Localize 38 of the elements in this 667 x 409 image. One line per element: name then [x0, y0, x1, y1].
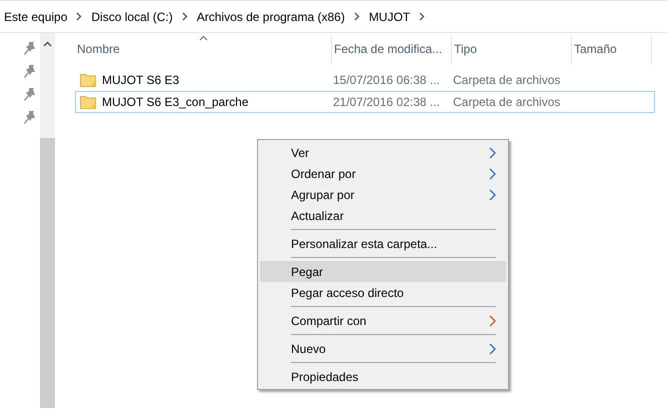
chevron-icon[interactable]	[419, 12, 426, 21]
menu-item[interactable]: Actualizar	[260, 205, 506, 226]
menu-item[interactable]: Ordenar por	[260, 163, 506, 184]
chevron-icon[interactable]	[354, 12, 360, 21]
chevron-icon[interactable]	[182, 12, 188, 21]
file-name: MUJOT S6 E3	[102, 72, 180, 89]
menu-item[interactable]: Nuevo	[260, 338, 506, 359]
file-row[interactable]: MUJOT S6 E3_con_parche 21/07/2016 02:38 ... Carpeta de archivos	[75, 91, 655, 113]
file-name: MUJOT S6 E3_con_parche	[102, 94, 249, 111]
column-header[interactable]: Tipo	[452, 35, 572, 65]
pin-icon[interactable]	[24, 87, 36, 102]
menu-item[interactable]: Personalizar esta carpeta...	[260, 233, 506, 254]
date-cell-text: 21/07/2016 02:38 ...	[333, 94, 441, 111]
breadcrumb-item[interactable]: Disco local (C:)	[91, 8, 173, 26]
breadcrumb-item[interactable]: MUJOT	[368, 8, 410, 26]
menu-item[interactable]: Compartir con	[260, 310, 506, 331]
breadcrumb-item[interactable]: Este equipo	[4, 8, 68, 26]
folder-icon	[80, 95, 96, 109]
menu-item[interactable]: Ver	[260, 142, 506, 163]
column-header[interactable]: Tamaño	[572, 35, 652, 65]
folder-icon	[80, 73, 96, 87]
scroll-up-icon[interactable]	[43, 41, 52, 47]
type-cell-text: Carpeta de archivos	[453, 94, 562, 111]
pin-icon[interactable]	[24, 110, 36, 125]
pin-icon[interactable]	[24, 64, 36, 79]
type-cell-text: Carpeta de archivos	[453, 72, 562, 89]
menu-item[interactable]: Propiedades	[260, 366, 506, 387]
menu-item[interactable]: Agrupar por	[260, 184, 506, 205]
column-header[interactable]: Fecha de modifica...	[332, 35, 452, 65]
file-row[interactable]: MUJOT S6 E3 15/07/2016 06:38 ... Carpeta de archivos	[75, 69, 655, 91]
date-cell-text: 15/07/2016 06:38 ...	[333, 72, 441, 89]
menu-item[interactable]: Pegar acceso directo	[260, 282, 506, 303]
breadcrumb-item[interactable]: Archivos de programa (x86)	[196, 8, 345, 26]
pin-icon[interactable]	[24, 41, 36, 56]
menu-item[interactable]: Pegar	[260, 261, 506, 282]
chevron-icon[interactable]	[76, 12, 82, 21]
column-header[interactable]: Nombre	[75, 35, 332, 65]
scrollbar[interactable]	[40, 33, 55, 408]
